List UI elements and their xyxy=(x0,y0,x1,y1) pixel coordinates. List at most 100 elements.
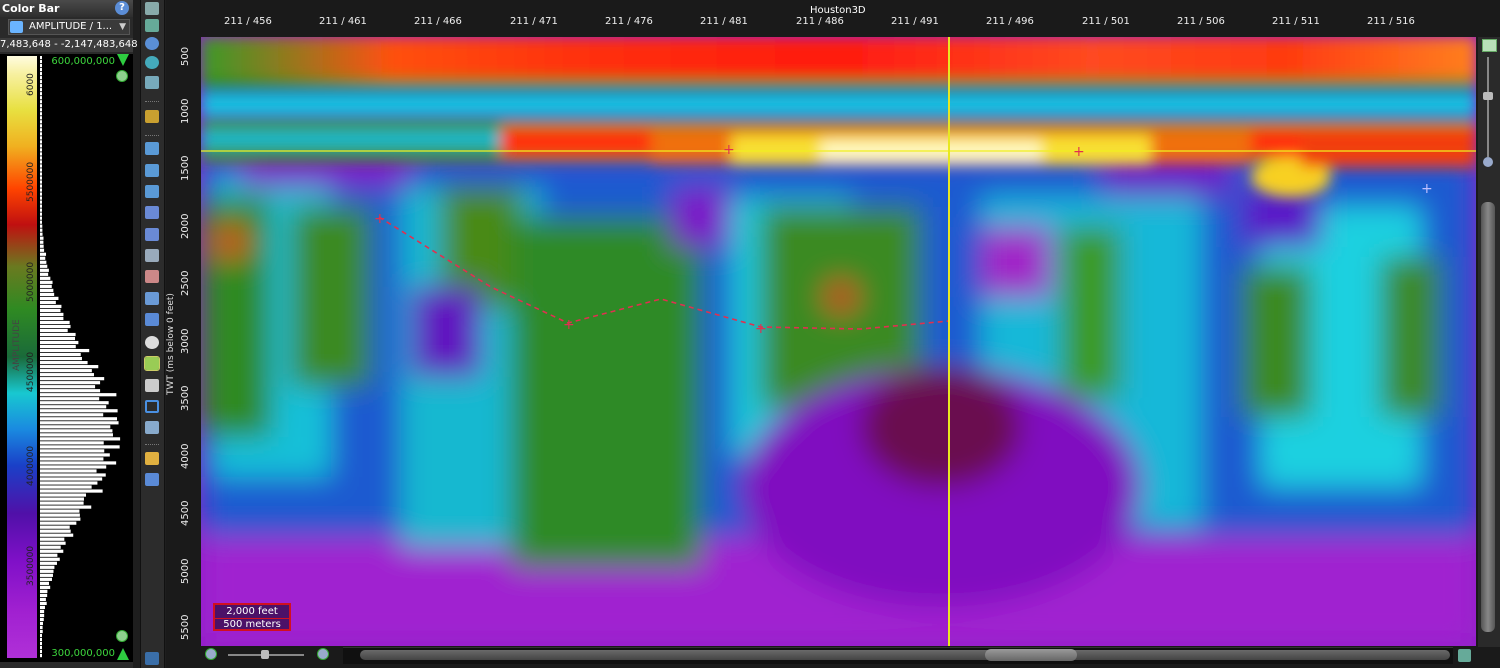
well-icon[interactable] xyxy=(145,270,159,283)
settings-icon[interactable] xyxy=(145,652,159,665)
zoom-icon[interactable] xyxy=(145,37,159,50)
histogram-bar xyxy=(40,465,107,469)
zoom-out-icon[interactable] xyxy=(205,648,217,660)
histogram-bar xyxy=(40,132,42,136)
histogram-bar xyxy=(40,164,42,168)
vertical-scrollbar[interactable] xyxy=(1481,202,1495,632)
histogram-bar xyxy=(40,433,113,437)
histogram-bar xyxy=(40,453,110,457)
rotate-icon[interactable] xyxy=(145,56,159,69)
histogram-bar xyxy=(40,104,42,108)
histogram-bar xyxy=(40,461,117,465)
color-bar-min[interactable]: 300,000,000 xyxy=(51,648,115,659)
histogram-bar xyxy=(40,477,103,481)
x-tick-label: 211 / 491 xyxy=(891,16,939,27)
histogram-bar xyxy=(40,541,66,545)
histogram-bar xyxy=(40,80,42,84)
fault-icon[interactable] xyxy=(145,206,159,219)
histogram-bar xyxy=(40,641,42,646)
histogram-bar xyxy=(40,300,56,305)
x-tick-label: 211 / 456 xyxy=(224,16,272,27)
histogram-bar xyxy=(40,88,42,92)
histogram-bar xyxy=(40,609,45,614)
brush-icon[interactable] xyxy=(145,336,159,349)
zoom-out-icon[interactable] xyxy=(1483,157,1493,167)
histogram-bar xyxy=(40,533,74,537)
histogram-bar xyxy=(40,625,43,630)
histogram-bar xyxy=(40,252,47,256)
select-icon[interactable] xyxy=(145,2,159,15)
histogram-bar xyxy=(40,357,82,361)
seismic-plot[interactable]: + + + + + + xyxy=(201,37,1476,646)
color-ramp[interactable]: 6000 5500000 5000000 4500000 4000000 350… xyxy=(7,56,37,658)
min-handle-icon[interactable] xyxy=(117,648,129,660)
color-bar-area: 6000 5500000 5000000 4500000 4000000 350… xyxy=(0,54,133,662)
histogram-bar xyxy=(40,316,64,321)
max-handle-icon[interactable] xyxy=(117,54,129,66)
copy-icon[interactable] xyxy=(145,421,159,434)
histogram-bar xyxy=(40,601,47,606)
color-bar-title: Color Bar ? xyxy=(0,0,133,17)
histogram-bar xyxy=(40,457,104,461)
histogram-bar xyxy=(40,188,42,192)
histogram-bar xyxy=(40,220,42,224)
histogram-bar xyxy=(40,401,109,405)
histogram-bar xyxy=(40,212,42,216)
flag-icon[interactable] xyxy=(145,292,159,305)
histogram-bar xyxy=(40,308,61,313)
svg-text:+: + xyxy=(1073,144,1085,160)
histogram-bar xyxy=(40,128,42,132)
cursor-icon[interactable] xyxy=(145,379,159,392)
image-icon[interactable] xyxy=(144,356,160,371)
rectangle-icon[interactable] xyxy=(145,400,159,413)
histogram-bar xyxy=(40,589,48,593)
histogram-bar xyxy=(40,653,42,658)
layers-icon[interactable] xyxy=(145,249,159,262)
horizontal-zoom-knob[interactable] xyxy=(261,650,269,659)
horizontal-scroll-thumb[interactable] xyxy=(360,650,1450,660)
histogram-bar xyxy=(40,409,118,413)
measure-icon[interactable] xyxy=(145,313,159,326)
histogram-bar xyxy=(40,421,119,425)
x-tick-label: 211 / 501 xyxy=(1082,16,1130,27)
help-icon[interactable]: ? xyxy=(115,1,129,15)
histogram-bar xyxy=(40,108,42,112)
zoom-out-icon[interactable] xyxy=(116,630,128,642)
y-tick-label: 2500 xyxy=(180,270,191,296)
pick-icon[interactable] xyxy=(145,185,159,198)
amplitude-range: 7,483,648 - -2,147,483,648 xyxy=(0,38,138,52)
color-bar-max[interactable]: 600,000,000 xyxy=(51,56,115,67)
pencil-icon[interactable] xyxy=(145,452,159,465)
y-tick-label: 1000 xyxy=(180,98,191,124)
seed-icon[interactable] xyxy=(145,228,159,241)
histogram-bar xyxy=(40,513,80,517)
zoom-in-icon[interactable] xyxy=(116,70,128,82)
vertical-zoom-knob[interactable] xyxy=(1483,92,1493,100)
vertical-zoom-track[interactable] xyxy=(1487,57,1489,157)
histogram-bar xyxy=(40,381,101,385)
histogram-bar xyxy=(40,517,81,521)
horizontal-scroll-knob[interactable] xyxy=(985,649,1077,661)
color-bar-title-text: Color Bar xyxy=(2,2,60,15)
attribute-select[interactable]: AMPLITUDE / 1... ▼ xyxy=(8,19,130,35)
histogram-bar xyxy=(40,244,44,248)
histogram-bar xyxy=(40,216,42,220)
histogram-bar xyxy=(40,417,118,421)
histogram-bar xyxy=(40,172,42,176)
grid-icon[interactable] xyxy=(145,19,159,32)
arrow-icon[interactable] xyxy=(145,142,159,155)
histogram-bar xyxy=(40,621,43,626)
histogram-bar xyxy=(40,276,51,280)
zoom-in-icon[interactable] xyxy=(317,648,329,660)
histogram-bar xyxy=(40,413,104,417)
pan-icon[interactable] xyxy=(145,76,159,89)
y-tick-label: 3500 xyxy=(180,385,191,411)
color-bar-tick: 5500000 xyxy=(26,161,36,202)
zoom-in-icon[interactable] xyxy=(1482,39,1497,52)
eraser-icon[interactable] xyxy=(145,473,159,486)
map-icon[interactable] xyxy=(145,110,159,123)
histogram-bar xyxy=(40,268,49,272)
histogram-bar xyxy=(40,549,64,553)
fit-view-icon[interactable] xyxy=(1458,649,1471,662)
horizon-icon[interactable] xyxy=(145,164,159,177)
